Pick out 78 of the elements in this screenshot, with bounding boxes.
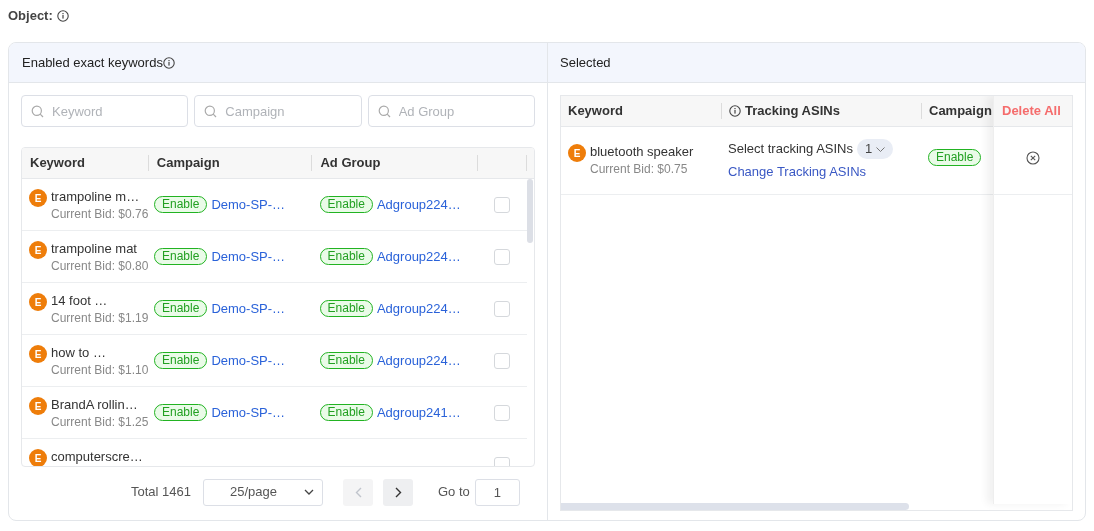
next-page-button[interactable] bbox=[383, 478, 413, 506]
keyword-text: 14 foot … bbox=[51, 293, 109, 309]
keyword-text: computerscre… bbox=[51, 449, 143, 465]
column-header: Campaign bbox=[156, 154, 220, 173]
ad-group-link[interactable]: Adgroup224… bbox=[376, 298, 461, 319]
info-icon bbox=[56, 10, 69, 22]
search-icon bbox=[377, 105, 391, 118]
status-tag: Enable bbox=[928, 149, 982, 166]
goto-label: Go to bbox=[438, 483, 470, 502]
status-tag: Enable bbox=[319, 300, 373, 317]
match-type-badge: E bbox=[29, 397, 47, 415]
scrollbar-thumb[interactable] bbox=[527, 179, 533, 243]
keyword-text: trampoline m… bbox=[51, 189, 141, 205]
ad-group-link[interactable]: Adgroup224… bbox=[376, 246, 461, 267]
bid-text: Current Bid: $0.80 bbox=[51, 258, 148, 275]
column-header: Keyword bbox=[30, 154, 85, 173]
search-field[interactable]: Keyword bbox=[21, 95, 189, 127]
column-header: Ad Group bbox=[320, 154, 381, 173]
column-header: Tracking ASINs bbox=[745, 102, 840, 121]
match-type-badge: E bbox=[568, 144, 586, 162]
bid-text: Current Bid: $0.75 bbox=[590, 161, 689, 178]
column-header: Keyword bbox=[568, 102, 623, 121]
campaign-link[interactable]: Demo-SP-… bbox=[211, 194, 286, 215]
row-checkbox[interactable] bbox=[494, 300, 511, 317]
status-tag: Enable bbox=[154, 404, 208, 421]
status-tag: Enable bbox=[319, 352, 373, 369]
row-checkbox[interactable] bbox=[494, 248, 511, 265]
match-type-badge: E bbox=[29, 293, 47, 311]
scrollbar-thumb[interactable] bbox=[561, 503, 909, 510]
match-type-badge: E bbox=[29, 189, 47, 207]
search-icon bbox=[204, 105, 218, 118]
status-tag: Enable bbox=[319, 404, 373, 421]
bid-text: Current Bid: $1.25 bbox=[51, 414, 148, 431]
chevron-left-icon bbox=[354, 486, 362, 498]
match-type-badge: E bbox=[29, 241, 47, 259]
tracking-label: Select tracking ASINs bbox=[728, 140, 853, 159]
bid-text: Current Bid: $0.76 bbox=[51, 206, 148, 223]
change-asins-link[interactable]: Change Tracking ASINs bbox=[728, 162, 867, 182]
chevron-down-icon bbox=[876, 146, 886, 152]
row-checkbox[interactable] bbox=[494, 404, 511, 421]
status-tag: Enable bbox=[154, 248, 208, 265]
total-count: Total 1461 bbox=[131, 483, 191, 502]
asin-count-dropdown[interactable]: 1 bbox=[857, 139, 894, 159]
info-icon bbox=[162, 56, 175, 69]
bid-text: Current Bid: $1.10 bbox=[51, 362, 148, 379]
search-icon bbox=[31, 105, 44, 118]
panel-title: Selected bbox=[560, 53, 611, 72]
status-tag: Enable bbox=[319, 196, 373, 213]
keyword-text: how to … bbox=[51, 345, 107, 361]
bid-text: Current Bid: $1.19 bbox=[51, 310, 148, 327]
status-tag: Enable bbox=[154, 300, 208, 317]
ad-group-link[interactable]: Adgroup224… bbox=[376, 350, 461, 371]
remove-icon[interactable] bbox=[1026, 150, 1040, 165]
ad-group-link[interactable]: Adgroup224… bbox=[376, 194, 461, 215]
row-checkbox[interactable] bbox=[494, 352, 511, 369]
column-header: Campaign bbox=[929, 102, 992, 121]
field-label: Object: bbox=[8, 7, 53, 26]
match-type-badge: E bbox=[29, 449, 47, 466]
status-tag: Enable bbox=[319, 248, 373, 265]
page-input[interactable]: 1 bbox=[474, 478, 520, 506]
search-field[interactable]: Campaign bbox=[194, 95, 362, 127]
status-tag: Enable bbox=[154, 196, 208, 213]
row-checkbox[interactable] bbox=[494, 196, 511, 213]
panel-title: Enabled exact keywords bbox=[22, 53, 163, 72]
campaign-link[interactable]: Demo-SP-… bbox=[211, 246, 286, 267]
page-size-select[interactable]: 25/page bbox=[203, 478, 323, 506]
search-field[interactable]: Ad Group bbox=[367, 95, 535, 127]
chevron-right-icon bbox=[394, 486, 402, 498]
status-tag: Enable bbox=[154, 352, 208, 369]
match-type-badge: E bbox=[29, 345, 47, 363]
ad-group-link[interactable]: Adgroup241… bbox=[376, 402, 461, 423]
keyword-text: bluetooth speaker bbox=[590, 144, 694, 160]
keyword-text: trampoline mat bbox=[51, 241, 138, 257]
chevron-down-icon bbox=[304, 489, 314, 495]
campaign-link[interactable]: Demo-SP-… bbox=[211, 350, 286, 371]
keyword-text: BrandA rollin… bbox=[51, 397, 139, 413]
campaign-link[interactable]: Demo-SP-… bbox=[211, 402, 286, 423]
campaign-link[interactable]: Demo-SP-… bbox=[211, 298, 286, 319]
